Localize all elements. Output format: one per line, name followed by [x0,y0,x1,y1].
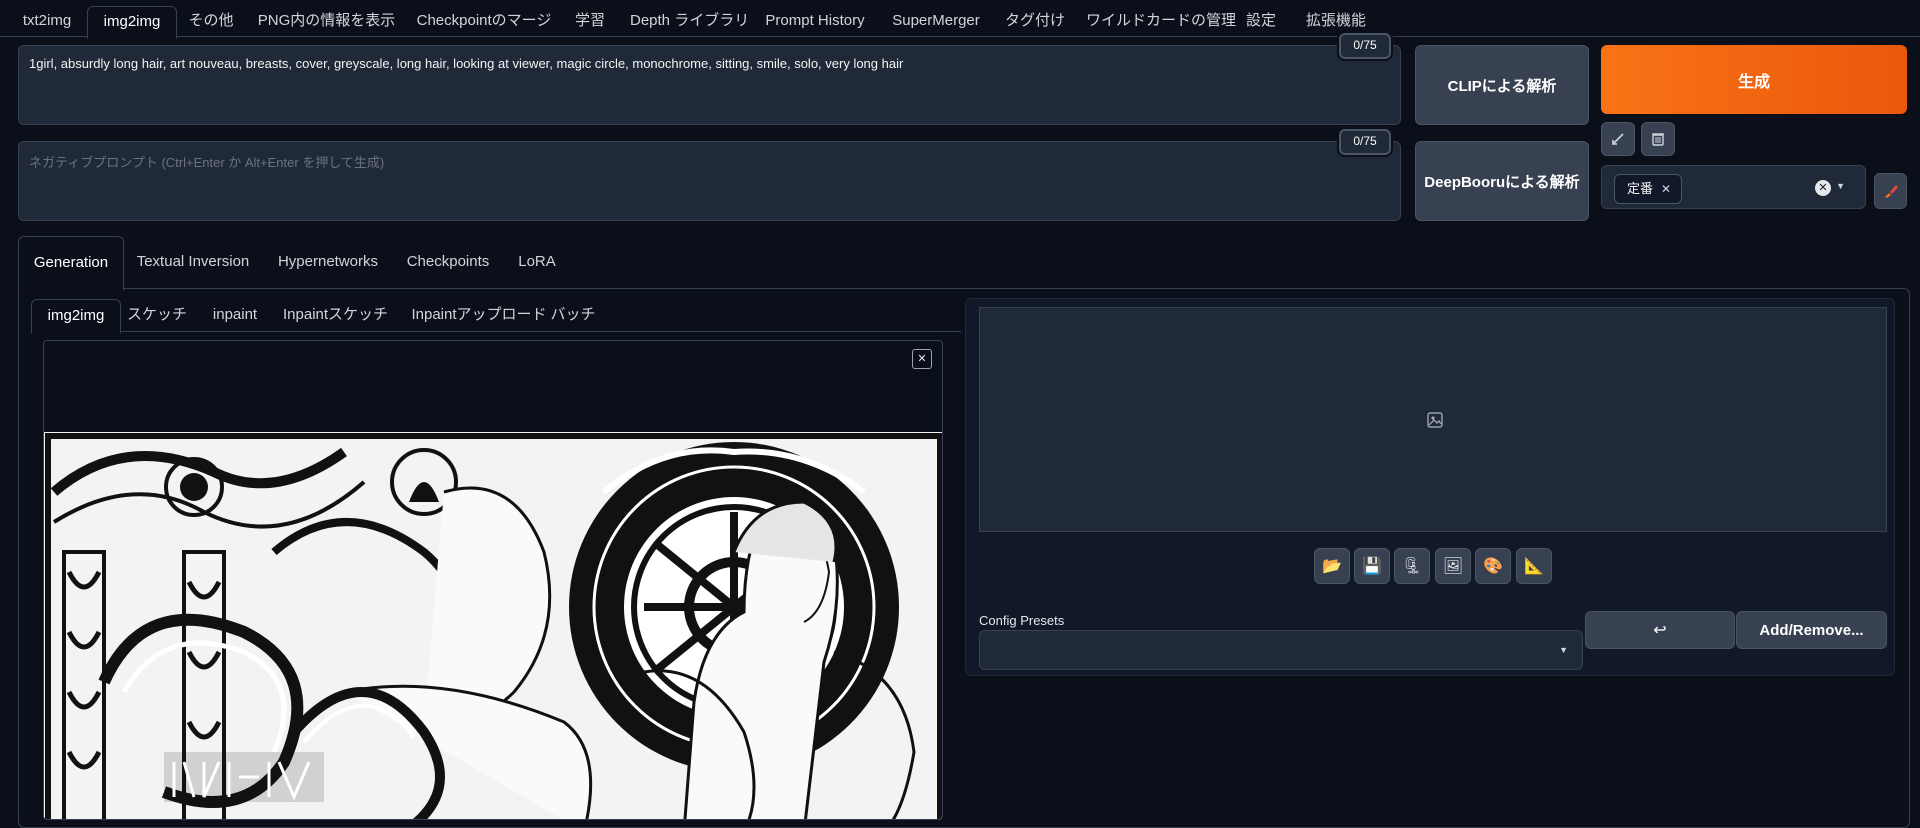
negative-prompt-input[interactable]: ネガティブプロンプト (Ctrl+Enter か Alt+Enter を押して生… [18,141,1401,221]
tab-extensions[interactable]: 拡張機能 [1302,6,1370,36]
config-presets-label: Config Presets [979,613,1065,628]
negative-prompt-token-counter: 0/75 [1339,129,1391,155]
send-to-extras-button[interactable]: 📐 [1516,548,1552,584]
save-button[interactable]: 💾 [1354,548,1390,584]
tab-other[interactable]: その他 [182,6,240,36]
tab-generation[interactable]: Generation [18,236,124,291]
clear-all-icon[interactable]: ✕ [1815,180,1831,196]
subtab-inpaint-upload[interactable]: Inpaintアップロード [405,299,553,331]
arrow-diagonal-icon [1612,133,1624,145]
subtab-img2img[interactable]: img2img [31,299,121,334]
tab-checkpoint-merger[interactable]: Checkpointのマージ [416,6,552,36]
tab-png-info[interactable]: PNG内の情報を表示 [254,6,399,36]
chevron-down-icon: ▼ [1836,181,1845,191]
chevron-down-icon: ▼ [1559,645,1568,655]
trash-icon [1652,133,1664,146]
tab-hypernetworks[interactable]: Hypernetworks [270,236,386,288]
prompt-token-counter: 0/75 [1339,33,1391,59]
save-icon: 💾 [1362,558,1382,575]
artwork-illustration [44,432,942,819]
deepbooru-interrogate-button[interactable]: DeepBooruによる解析 [1415,141,1589,221]
clip-interrogate-button[interactable]: CLIPによる解析 [1415,45,1589,125]
generate-button[interactable]: 生成 [1601,45,1907,114]
tab-train[interactable]: 学習 [566,6,614,36]
uploaded-image [44,432,942,819]
tab-depth-library[interactable]: Depth ライブラリ [630,6,749,36]
zip-icon: 🗜 [1401,558,1423,575]
send-to-img2img-button[interactable]: 🖼 [1435,548,1471,584]
ruler-icon: 📐 [1524,558,1544,575]
styles-dropdown[interactable]: 定番 ✕ ✕ ▼ [1601,165,1866,209]
output-gallery[interactable] [979,307,1887,532]
subtab-inpaint[interactable]: inpaint [203,299,267,331]
tab-tagging[interactable]: タグ付け [1004,6,1066,36]
tab-lora[interactable]: LoRA [508,236,566,288]
style-chip: 定番 ✕ [1614,174,1683,204]
subtab-batch[interactable]: バッチ [548,299,598,331]
folder-icon: 📂 [1322,558,1342,575]
prompt-text: 1girl, absurdly long hair, art nouveau, … [29,56,904,71]
paste-params-button[interactable] [1601,122,1635,156]
tab-txt2img[interactable]: txt2img [12,6,82,36]
tab-img2img[interactable]: img2img [87,6,177,39]
tab-wildcard-manager[interactable]: ワイルドカードの管理 [1086,6,1236,36]
paintbrush-icon [1884,185,1898,198]
zip-button[interactable]: 🗜 [1394,548,1430,584]
sub-tab-divider [31,331,961,332]
style-chip-label: 定番 [1627,181,1654,196]
refresh-presets-button[interactable]: ↩ [1585,611,1735,649]
config-presets-dropdown[interactable]: ▼ [979,630,1583,670]
tab-textual-inversion[interactable]: Textual Inversion [128,236,258,288]
negative-prompt-placeholder: ネガティブプロンプト (Ctrl+Enter か Alt+Enter を押して生… [29,155,385,170]
subtab-sketch[interactable]: スケッチ [127,299,187,331]
close-icon[interactable]: ✕ [912,349,932,369]
output-toolbar: 📂 💾 🗜 🖼 🎨 📐 [1314,548,1564,584]
tab-supermerger[interactable]: SuperMerger [888,6,984,36]
image-placeholder-icon [1427,412,1443,428]
chip-close-icon[interactable]: ✕ [1661,175,1671,203]
clear-prompt-button[interactable] [1641,122,1675,156]
input-image-canvas[interactable]: ✕ [43,340,943,820]
tab-settings[interactable]: 設定 [1240,6,1282,36]
open-folder-button[interactable]: 📂 [1314,548,1350,584]
top-tab-bar: txt2img img2img その他 PNG内の情報を表示 Checkpoin… [0,0,1920,39]
send-to-inpaint-button[interactable]: 🎨 [1475,548,1511,584]
image-icon: 🖼 [1442,558,1464,575]
tab-checkpoints[interactable]: Checkpoints [398,236,498,288]
add-remove-presets-button[interactable]: Add/Remove... [1736,611,1887,649]
palette-icon: 🎨 [1483,558,1503,575]
prompt-input[interactable]: 1girl, absurdly long hair, art nouveau, … [18,45,1401,125]
tab-prompt-history[interactable]: Prompt History [760,6,870,36]
subtab-inpaint-sketch[interactable]: Inpaintスケッチ [283,299,388,331]
apply-style-button[interactable] [1874,173,1907,209]
